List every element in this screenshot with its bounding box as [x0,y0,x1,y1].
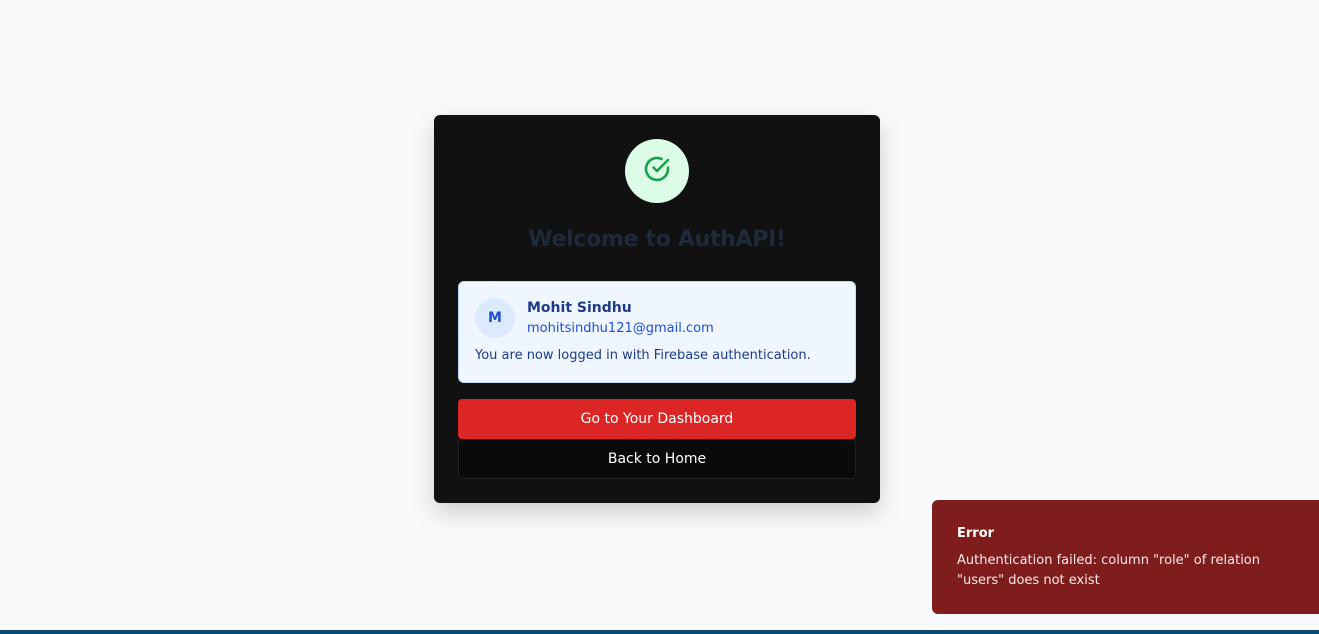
user-info-box: M Mohit Sindhu mohitsindhu121@gmail.com … [458,281,856,383]
user-name: Mohit Sindhu [527,300,632,316]
go-to-dashboard-button[interactable]: Go to Your Dashboard [458,399,856,439]
toast-message: Authentication failed: column "role" of … [957,553,1260,588]
check-circle-icon [641,153,673,189]
bottom-bar [0,630,1319,634]
welcome-card: Welcome to AuthAPI! M Mohit Sindhu mohit… [434,115,880,503]
page: Welcome to AuthAPI! M Mohit Sindhu mohit… [0,0,1319,634]
success-badge [625,139,689,203]
user-email: mohitsindhu121@gmail.com [527,321,714,336]
page-title: Welcome to AuthAPI! [528,227,786,252]
login-status-text: You are now logged in with Firebase auth… [475,348,811,363]
error-toast[interactable]: Error Authentication failed: column "rol… [932,500,1319,614]
toast-title: Error [957,526,995,541]
avatar: M [475,298,515,338]
back-to-home-button[interactable]: Back to Home [458,439,856,479]
